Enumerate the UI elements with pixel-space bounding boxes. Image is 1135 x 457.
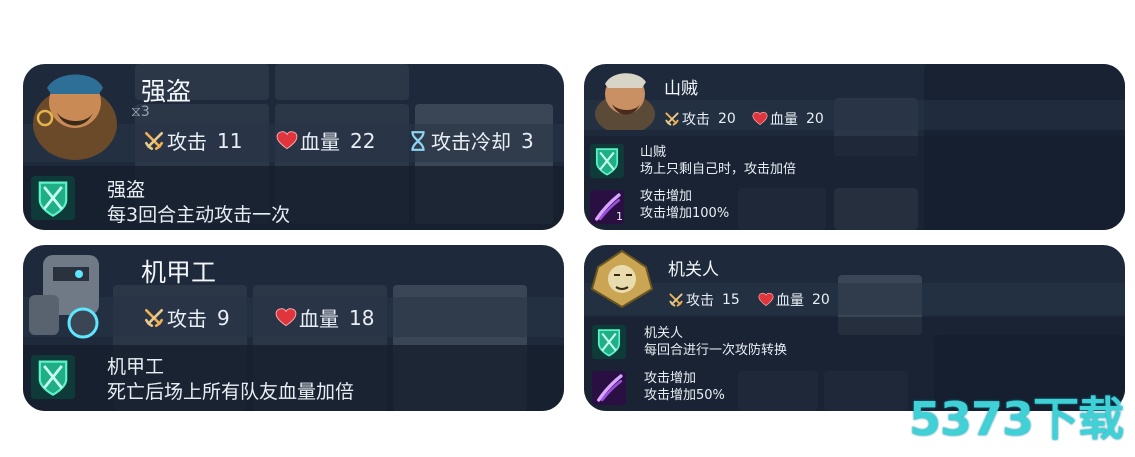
unit-card-bandit: 强盗 ⧖3 攻击 11 血量 22 攻击冷却 3 强盗 每3回合主动攻击一次	[23, 64, 564, 230]
heart-icon	[758, 292, 774, 308]
skill-name: 攻击增加	[644, 371, 697, 386]
shield-crossed-icon	[592, 325, 626, 359]
skill-name: 机关人	[644, 326, 684, 341]
skill-name: 攻击增加	[640, 189, 693, 204]
skill-name: 山贼	[640, 145, 667, 160]
site-watermark: 5373下载	[908, 392, 1124, 446]
mech-worker-portrait	[29, 255, 99, 339]
attack-stat: 攻击 20	[664, 109, 736, 129]
buff-count: 1	[616, 210, 623, 223]
shield-crossed-icon	[31, 176, 75, 220]
unit-name: 山贼	[664, 79, 698, 99]
skill-description: 山贼 场上只剩自己时，攻击加倍	[640, 144, 796, 178]
skill-desc: 每3回合主动攻击一次	[107, 204, 291, 227]
unit-name: 机关人	[668, 260, 719, 280]
skill-description: 强盗 每3回合主动攻击一次	[107, 178, 290, 228]
attack-stat: 攻击 11	[143, 126, 242, 155]
bandit-portrait	[33, 74, 117, 160]
skill-description: 机关人 每回合进行一次攻防转换	[644, 325, 787, 359]
heart-icon	[752, 111, 768, 127]
shield-crossed-icon	[31, 355, 75, 399]
skill-desc: 死亡后场上所有队友血量加倍	[107, 381, 355, 404]
skill-desc: 每回合进行一次攻防转换	[644, 343, 788, 359]
purple-slash-icon	[592, 371, 626, 405]
shield-crossed-icon	[590, 144, 624, 178]
hourglass-icon	[407, 130, 429, 152]
skill-description: 机甲工 死亡后场上所有队友血量加倍	[107, 355, 354, 405]
crossed-swords-icon	[664, 111, 680, 127]
unit-card-mountain-bandit: 山贼 攻击 20 血量 20 山贼 场上只剩自己时，攻击加倍 1 攻击增加 攻击增加…	[584, 64, 1125, 230]
heart-icon	[275, 307, 297, 329]
attack-stat: 攻击 15	[668, 290, 740, 310]
unit-name: 强盗	[141, 77, 192, 106]
skill-description: 攻击增加 攻击增加100%	[640, 188, 729, 222]
mountain-bandit-portrait	[595, 73, 655, 130]
stack-count: ⧖3	[131, 104, 150, 120]
attack-stat: 攻击 9	[143, 303, 230, 332]
skill-desc: 攻击增加50%	[644, 388, 725, 404]
skill-name: 强盗	[107, 179, 146, 201]
crossed-swords-icon	[143, 130, 165, 152]
health-stat: 血量 20	[752, 109, 824, 129]
unit-name: 机甲工	[141, 258, 217, 287]
skill-desc: 攻击增加100%	[640, 206, 730, 222]
crossed-swords-icon	[143, 307, 165, 329]
crossed-swords-icon	[668, 292, 684, 308]
skill-name: 机甲工	[107, 356, 165, 378]
heart-icon	[276, 130, 298, 152]
health-stat: 血量 18	[275, 303, 374, 332]
skill-description: 攻击增加 攻击增加50%	[644, 370, 725, 404]
skill-desc: 场上只剩自己时，攻击加倍	[640, 162, 797, 178]
unit-card-mech-worker: 机甲工 攻击 9 血量 18 机甲工 死亡后场上所有队友血量加倍	[23, 245, 564, 411]
mechanism-man-portrait	[590, 249, 654, 309]
health-stat: 血量 20	[758, 290, 830, 310]
cooldown-stat: 攻击冷却 3	[407, 126, 534, 155]
health-stat: 血量 22	[276, 126, 375, 155]
